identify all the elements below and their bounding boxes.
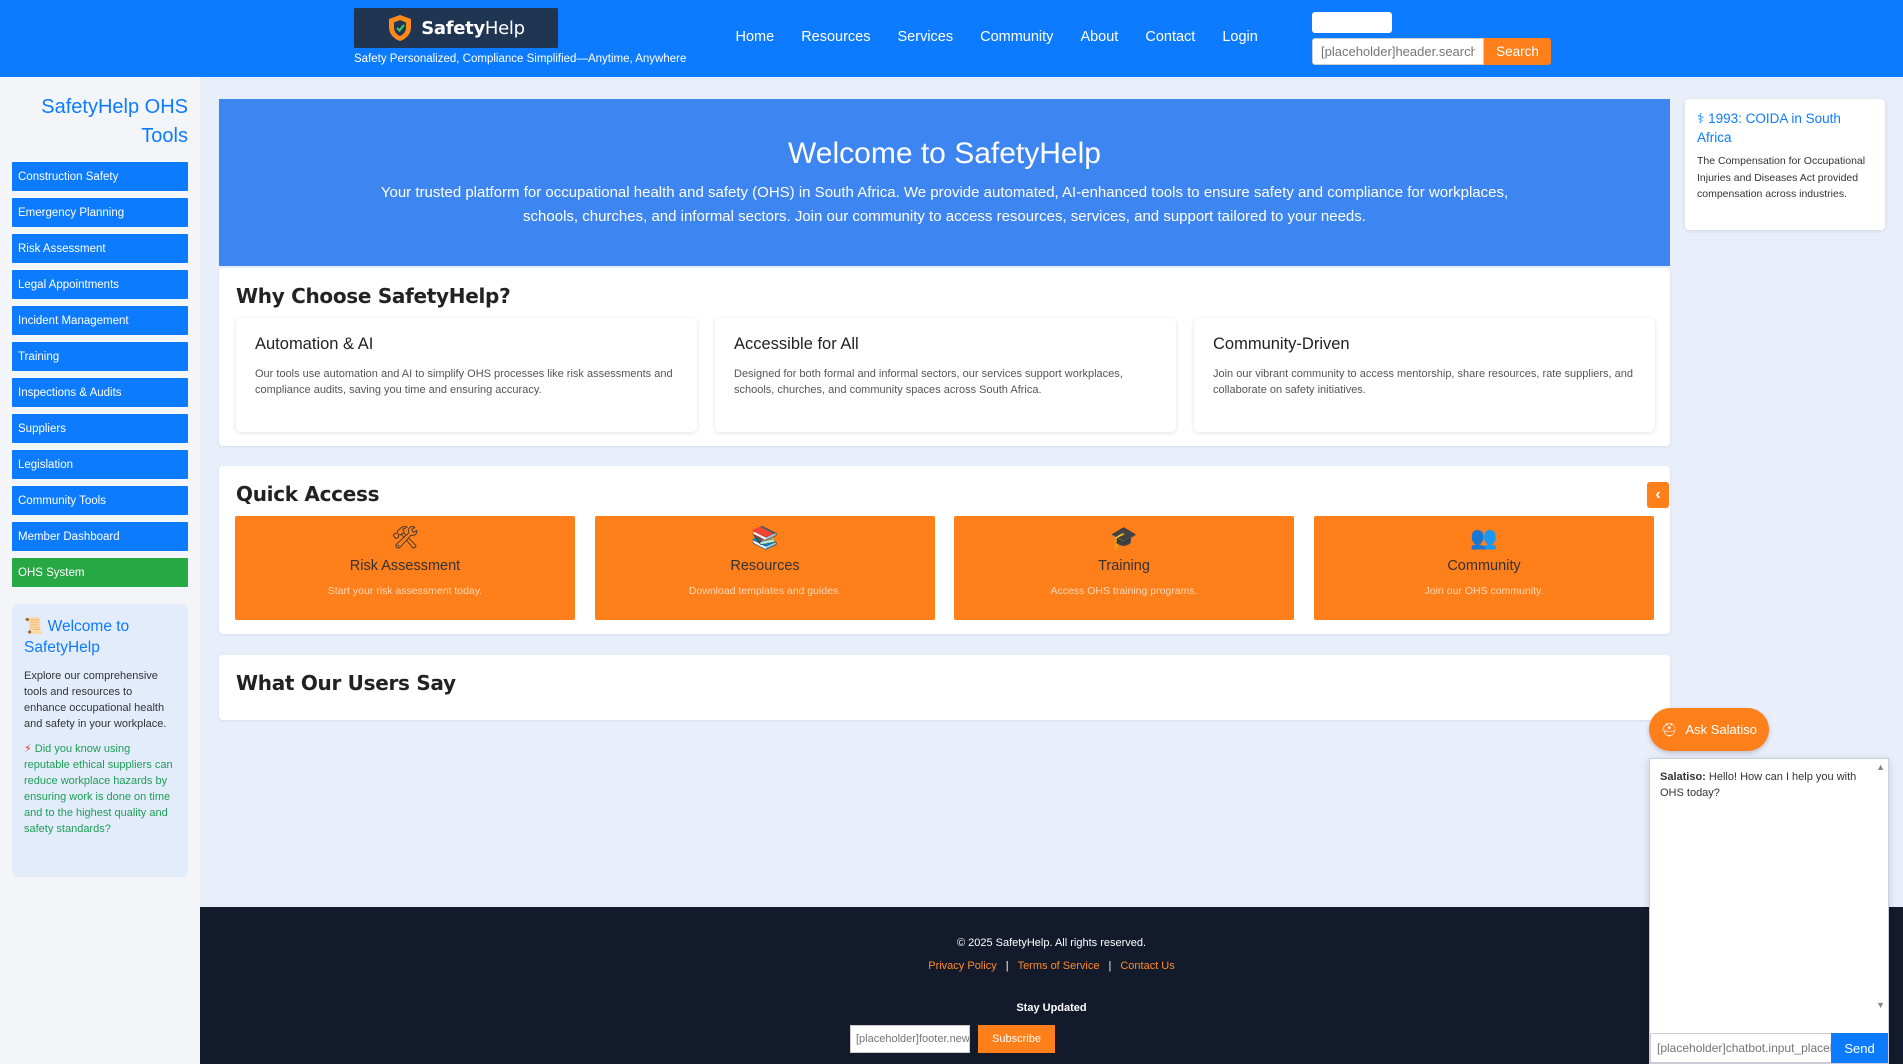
welcome-box-description: Explore our comprehensive tools and reso… — [24, 670, 167, 730]
sidebar-welcome-box: 📜 Welcome to SafetyHelp Explore our comp… — [12, 604, 188, 877]
sidebar-item-ohs-system[interactable]: OHS System — [12, 558, 188, 587]
stethoscope-icon: ⚕ — [1697, 111, 1705, 126]
sidebar-item-member-dashboard[interactable]: Member Dashboard — [12, 522, 188, 551]
why-choose-section: Why Choose SafetyHelp? Automation & AI O… — [219, 268, 1670, 446]
privacy-policy-link[interactable]: Privacy Policy — [928, 960, 996, 972]
feature-title: Automation & AI — [255, 335, 374, 353]
sidebar-item-risk-assessment[interactable]: Risk Assessment — [12, 234, 188, 263]
language-selector[interactable] — [1312, 12, 1392, 33]
graduation-cap-icon: 🎓 — [1110, 525, 1138, 550]
quick-card-subtitle: Access OHS training programs. — [1050, 585, 1198, 597]
sidebar-item-construction-safety[interactable]: Construction Safety — [12, 162, 188, 191]
feature-description: Designed for both formal and informal se… — [734, 368, 1123, 396]
logo-text-bold: Safety — [421, 17, 485, 39]
separator: | — [1005, 960, 1009, 972]
separator: | — [1108, 960, 1112, 972]
fact-title: ⚕ 1993: COIDA in South Africa — [1697, 109, 1873, 147]
nav-home[interactable]: Home — [722, 29, 788, 45]
chatbot-window: Salatiso: Hello! How can I help you with… — [1649, 758, 1889, 1064]
helmet-icon: ⛑ — [1660, 721, 1678, 737]
quick-card-resources[interactable]: 📚 Resources Download templates and guide… — [595, 516, 935, 620]
sidebar-item-suppliers[interactable]: Suppliers — [12, 414, 188, 443]
quick-card-title: Training — [1098, 558, 1150, 574]
scroll-down-arrow-icon[interactable]: ▼ — [1876, 1000, 1885, 1010]
quick-card-title: Resources — [730, 558, 800, 574]
copyright: © 2025 SafetyHelp. All rights reserved. — [956, 937, 1147, 949]
hero-text: Your trusted platform for occupational h… — [380, 184, 1509, 225]
history-fact-card: ⚕ 1993: COIDA in South Africa The Compen… — [1685, 99, 1885, 230]
chatbot-toggle-button[interactable]: ⛑ Ask Salatiso — [1649, 708, 1769, 751]
logo-text-light: Help — [484, 17, 525, 39]
chatbot-message: Salatiso: Hello! How can I help you with… — [1660, 769, 1860, 801]
quick-access-section: Quick Access ‹ 🛠 Risk Assessment Start y… — [219, 466, 1670, 634]
chatbot-input[interactable] — [1650, 1033, 1832, 1063]
hero-banner: Welcome to SafetyHelp Your trusted platf… — [219, 99, 1670, 266]
quick-access-title: Quick Access — [236, 482, 380, 506]
feature-description: Join our vibrant community to access men… — [1213, 368, 1634, 396]
fact-description: The Compensation for Occupational Injuri… — [1697, 155, 1866, 200]
nav-login[interactable]: Login — [1209, 29, 1271, 45]
users-icon: 👥 — [1470, 525, 1498, 550]
contact-us-link[interactable]: Contact Us — [1120, 960, 1174, 972]
quick-card-community[interactable]: 👥 Community Join our OHS community. — [1314, 516, 1654, 620]
site-logo[interactable]: SafetyHelp — [354, 8, 558, 48]
chatbot-send-button[interactable]: Send — [1831, 1033, 1888, 1063]
why-choose-title: Why Choose SafetyHelp? — [236, 284, 511, 308]
quick-card-subtitle: Start your risk assessment today. — [327, 585, 483, 597]
hero-title: Welcome to SafetyHelp — [788, 137, 1101, 170]
sidebar-item-community-tools[interactable]: Community Tools — [12, 486, 188, 515]
top-header: SafetyHelp Safety Personalized, Complian… — [0, 0, 1903, 77]
quick-card-title: Community — [1447, 558, 1521, 574]
sidebar: SafetyHelp OHS Tools Construction Safety… — [0, 77, 200, 1064]
scroll-up-arrow-icon[interactable]: ▲ — [1876, 762, 1885, 772]
quick-card-training[interactable]: 🎓 Training Access OHS training programs. — [954, 516, 1294, 620]
chatbot-sender: Salatiso: — [1660, 771, 1706, 783]
safety-tip-text: Did you know using reputable ethical sup… — [24, 743, 173, 835]
feature-card-community: Community-Driven Join our vibrant commun… — [1194, 318, 1655, 432]
sidebar-item-legislation[interactable]: Legislation — [12, 450, 188, 479]
subscribe-button[interactable]: Subscribe — [978, 1025, 1055, 1053]
search-button[interactable]: Search — [1484, 38, 1551, 65]
sidebar-item-legal-appointments[interactable]: Legal Appointments — [12, 270, 188, 299]
safety-tip: ⚡ Did you know using reputable ethical s… — [24, 741, 176, 837]
sidebar-item-incident-management[interactable]: Incident Management — [12, 306, 188, 335]
nav-services[interactable]: Services — [884, 29, 967, 45]
fact-title-text: 1993: COIDA in South Africa — [1697, 111, 1841, 145]
quick-card-title: Risk Assessment — [349, 558, 461, 574]
stay-updated-heading: Stay Updated — [1016, 1002, 1087, 1014]
sidebar-item-inspections-audits[interactable]: Inspections & Audits — [12, 378, 188, 407]
testimonials-title: What Our Users Say — [236, 671, 456, 695]
footer: © 2025 SafetyHelp. All rights reserved. … — [200, 907, 1903, 1064]
nav-community[interactable]: Community — [967, 29, 1067, 45]
chatbot-toggle-label: Ask Salatiso — [1685, 722, 1758, 737]
quick-card-risk-assessment[interactable]: 🛠 Risk Assessment Start your risk assess… — [235, 516, 575, 620]
sidebar-item-emergency-planning[interactable]: Emergency Planning — [12, 198, 188, 227]
nav-resources[interactable]: Resources — [788, 29, 884, 45]
nav-contact[interactable]: Contact — [1132, 29, 1209, 45]
shield-logo-icon — [389, 15, 412, 41]
sidebar-item-training[interactable]: Training — [12, 342, 188, 371]
terms-link[interactable]: Terms of Service — [1018, 960, 1100, 972]
sidebar-title: SafetyHelp OHS Tools — [41, 96, 188, 147]
newsletter-email-input[interactable] — [850, 1025, 970, 1053]
feature-title: Community-Driven — [1213, 335, 1350, 353]
quick-card-subtitle: Download templates and guides. — [688, 585, 842, 597]
lightning-icon: ⚡ — [24, 743, 32, 755]
feature-card-automation: Automation & AI Our tools use automation… — [236, 318, 697, 432]
feature-card-accessible: Accessible for All Designed for both for… — [715, 318, 1176, 432]
feature-title: Accessible for All — [734, 335, 859, 353]
scroll-icon: 📜 — [24, 618, 44, 635]
carousel-prev-button[interactable]: ‹ — [1647, 482, 1669, 508]
testimonials-section: What Our Users Say — [219, 655, 1670, 720]
footer-links: Privacy Policy | Terms of Service | Contact … — [200, 960, 1903, 972]
nav-about[interactable]: About — [1067, 29, 1132, 45]
welcome-box-title: 📜 Welcome to SafetyHelp — [24, 616, 176, 658]
search-input[interactable] — [1312, 38, 1484, 65]
site-tagline: Safety Personalized, Compliance Simplifi… — [354, 53, 687, 65]
quick-card-subtitle: Join our OHS community. — [1424, 585, 1544, 597]
feature-description: Our tools use automation and AI to simpl… — [255, 368, 673, 396]
main-nav: Home Resources Services Community About … — [722, 29, 1271, 45]
tools-icon: 🛠 — [391, 525, 419, 550]
books-icon: 📚 — [751, 525, 779, 550]
